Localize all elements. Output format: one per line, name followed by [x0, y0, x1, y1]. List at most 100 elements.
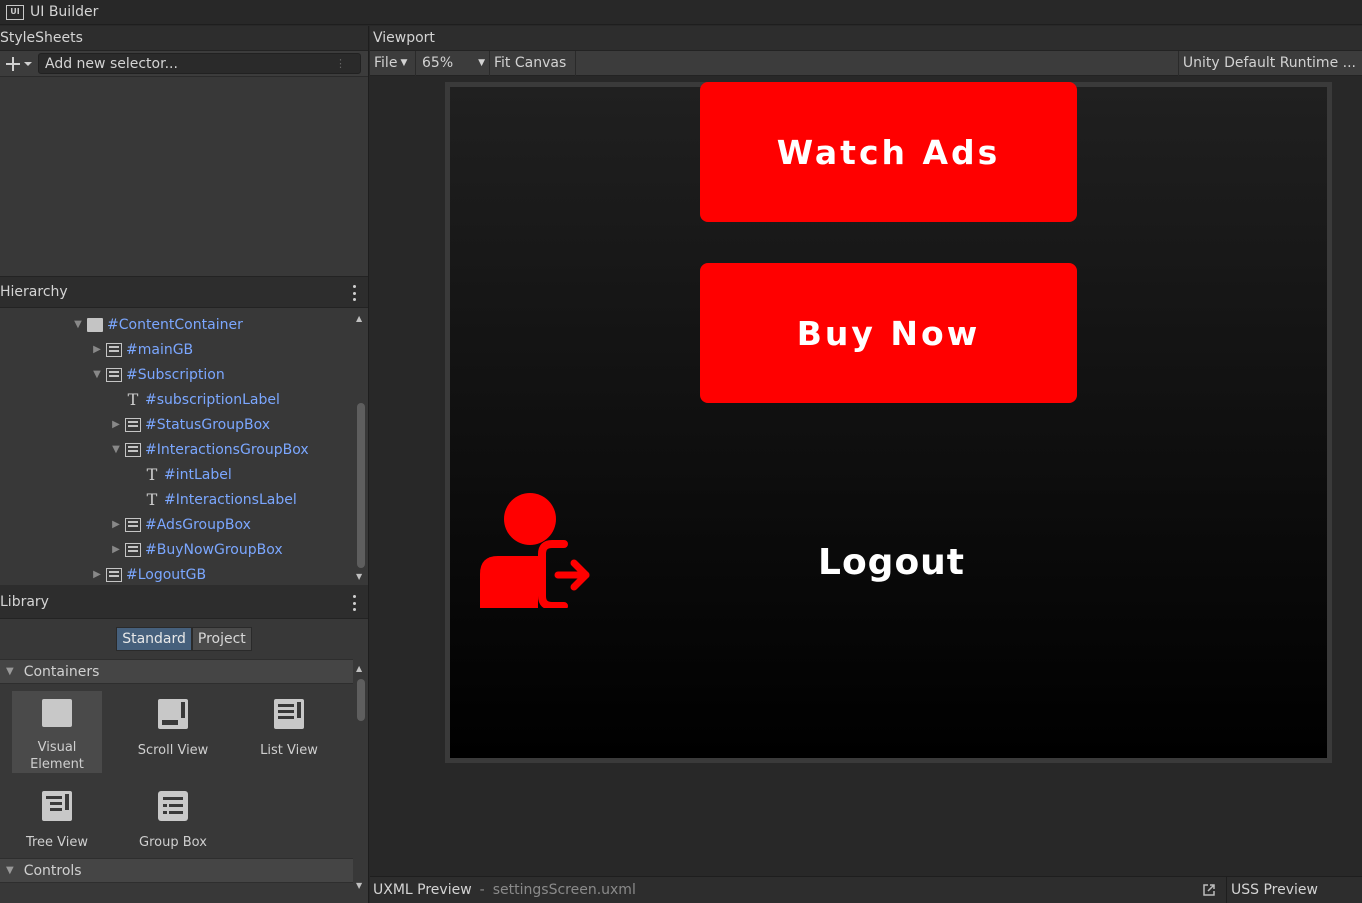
library-item-tree-view[interactable]: Tree View	[12, 783, 102, 865]
text-icon: T	[146, 464, 158, 484]
library-tabs: Standard Project	[0, 619, 368, 659]
tree-item-label: #Subscription	[126, 366, 225, 383]
tree-item[interactable]: ▶ #AdsGroupBox	[109, 512, 251, 537]
tree-item[interactable]: ▼ #Subscription	[90, 362, 225, 387]
scroll-up-icon[interactable]: ▲	[356, 314, 362, 323]
scroll-thumb[interactable]	[357, 403, 365, 568]
section-label: Containers	[23, 663, 100, 680]
uxml-file-name: settingsScreen.uxml	[492, 882, 636, 898]
tree-item[interactable]: ▼ #InteractionsGroupBox	[109, 437, 308, 462]
left-panel: StyleSheets Add new selector... ⋮ Hierar…	[0, 26, 369, 903]
tree-item-label: #LogoutGB	[126, 566, 207, 583]
collapse-arrow-icon[interactable]: ▶	[109, 519, 123, 530]
expand-arrow-icon[interactable]: ▼	[90, 369, 104, 380]
library-content: ▼ Containers Visual Element Scroll View	[0, 659, 368, 890]
dropdown-arrow-icon: ▼	[400, 58, 408, 68]
groupbox-icon	[125, 542, 141, 557]
tree-item-label: #InteractionsLabel	[164, 491, 297, 508]
collapse-arrow-icon[interactable]: ▶	[109, 419, 123, 430]
scroll-thumb[interactable]	[357, 679, 365, 721]
hierarchy-scrollbar[interactable]: ▲ ▼	[354, 308, 368, 585]
watch-ads-button[interactable]: Watch Ads	[700, 82, 1077, 222]
tree-item[interactable]: ▶ #StatusGroupBox	[109, 412, 270, 437]
scroll-down-icon[interactable]: ▼	[356, 572, 362, 581]
expand-arrow-icon: ▼	[6, 865, 14, 876]
open-external-icon[interactable]	[1202, 883, 1216, 897]
collapse-arrow-icon[interactable]: ▶	[90, 569, 104, 580]
tree-item-label: #AdsGroupBox	[145, 516, 251, 533]
drag-grip-icon: ⋮	[335, 57, 346, 70]
theme-dropdown[interactable]: Unity Default Runtime ...	[1177, 50, 1362, 76]
tree-item-label: #StatusGroupBox	[145, 416, 270, 433]
window-title: UI Builder	[30, 4, 99, 20]
library-header: Library	[0, 585, 368, 619]
viewport-panel: Viewport File ▼ 65% ▼ Fit Canvas Unity D…	[370, 26, 1362, 876]
dropdown-arrow-icon: ▼	[478, 58, 485, 68]
stylesheets-toolbar: Add new selector... ⋮	[0, 51, 368, 77]
groupbox-icon	[106, 342, 122, 357]
hierarchy-menu-icon[interactable]	[352, 285, 356, 301]
stylesheets-header: StyleSheets	[0, 26, 368, 51]
preview-bar: UXML Preview - settingsScreen.uxml USS P…	[370, 876, 1362, 903]
tree-item-label: #ContentContainer	[107, 316, 243, 333]
fit-canvas-button[interactable]: Fit Canvas	[490, 50, 576, 76]
logout-user-icon[interactable]	[480, 492, 592, 608]
library-item-label: Group Box	[139, 835, 207, 850]
collapse-arrow-icon[interactable]: ▶	[109, 544, 123, 555]
add-stylesheet-button[interactable]	[0, 53, 38, 75]
library-item-scroll-view[interactable]: Scroll View	[128, 691, 218, 773]
groupbox-icon	[125, 517, 141, 532]
uxml-preview-label[interactable]: UXML Preview	[373, 882, 472, 898]
groupbox-icon	[106, 367, 122, 382]
tree-item[interactable]: T #subscriptionLabel	[109, 387, 280, 412]
expand-arrow-icon[interactable]: ▼	[71, 319, 85, 330]
stylesheets-title: StyleSheets	[0, 30, 83, 46]
tree-item[interactable]: ▶ #mainGB	[90, 337, 193, 362]
library-scrollbar[interactable]: ▲ ▼	[354, 659, 368, 890]
library-title: Library	[0, 593, 49, 610]
tree-view-icon	[42, 791, 72, 821]
containers-grid: Visual Element Scroll View List View Tre…	[0, 684, 353, 858]
tree-item[interactable]: T #intLabel	[128, 462, 232, 487]
collapse-arrow-icon[interactable]: ▶	[90, 344, 104, 355]
library-item-group-box[interactable]: Group Box	[128, 783, 218, 865]
add-selector-input[interactable]: Add new selector... ⋮	[38, 53, 361, 74]
hierarchy-title: Hierarchy	[0, 284, 68, 300]
scroll-down-icon[interactable]: ▼	[356, 881, 362, 890]
buy-now-button[interactable]: Buy Now	[700, 263, 1077, 403]
file-menu[interactable]: File ▼	[370, 50, 416, 76]
stylesheets-body	[0, 77, 368, 277]
tab-standard[interactable]: Standard	[116, 627, 192, 651]
zoom-dropdown[interactable]: 65% ▼	[416, 50, 490, 76]
tree-item[interactable]: T #InteractionsLabel	[128, 487, 297, 512]
library-item-label: List View	[260, 743, 318, 758]
logout-label[interactable]: Logout	[818, 542, 965, 583]
tab-project[interactable]: Project	[191, 627, 252, 651]
library-item-visual-element[interactable]: Visual Element	[12, 691, 102, 773]
library-item-label: Tree View	[25, 835, 89, 850]
box-icon	[87, 317, 103, 332]
tree-item-label: #subscriptionLabel	[145, 391, 280, 408]
expand-arrow-icon: ▼	[6, 666, 14, 677]
text-icon: T	[146, 489, 158, 509]
tree-item-label: #intLabel	[164, 466, 232, 483]
library-menu-icon[interactable]	[352, 595, 356, 611]
canvas[interactable]: Watch Ads Buy Now Logout	[445, 82, 1332, 763]
tree-item-label: #mainGB	[126, 341, 194, 358]
tree-item[interactable]: ▶ #LogoutGB	[90, 562, 206, 585]
tree-item[interactable]: ▼ #ContentContainer	[71, 312, 243, 337]
expand-arrow-icon[interactable]: ▼	[109, 444, 123, 455]
tree-item[interactable]: ▶ #BuyNowGroupBox	[109, 537, 283, 562]
selector-placeholder: Add new selector...	[45, 55, 178, 72]
uss-preview-label[interactable]: USS Preview	[1226, 876, 1362, 903]
section-containers[interactable]: ▼ Containers	[0, 659, 353, 684]
hierarchy-tree: ▼ #ContentContainer ▶ #mainGB ▼ #Subscri…	[0, 308, 368, 585]
library-item-label: Visual Element	[30, 740, 84, 772]
plus-dropdown-icon	[6, 56, 32, 71]
hierarchy-header: Hierarchy	[0, 277, 368, 308]
scroll-view-icon	[158, 699, 188, 729]
scroll-up-icon[interactable]: ▲	[356, 664, 362, 673]
library-item-list-view[interactable]: List View	[244, 691, 334, 773]
ui-builder-icon: UI	[6, 4, 24, 20]
viewport-header: Viewport	[370, 26, 1362, 51]
